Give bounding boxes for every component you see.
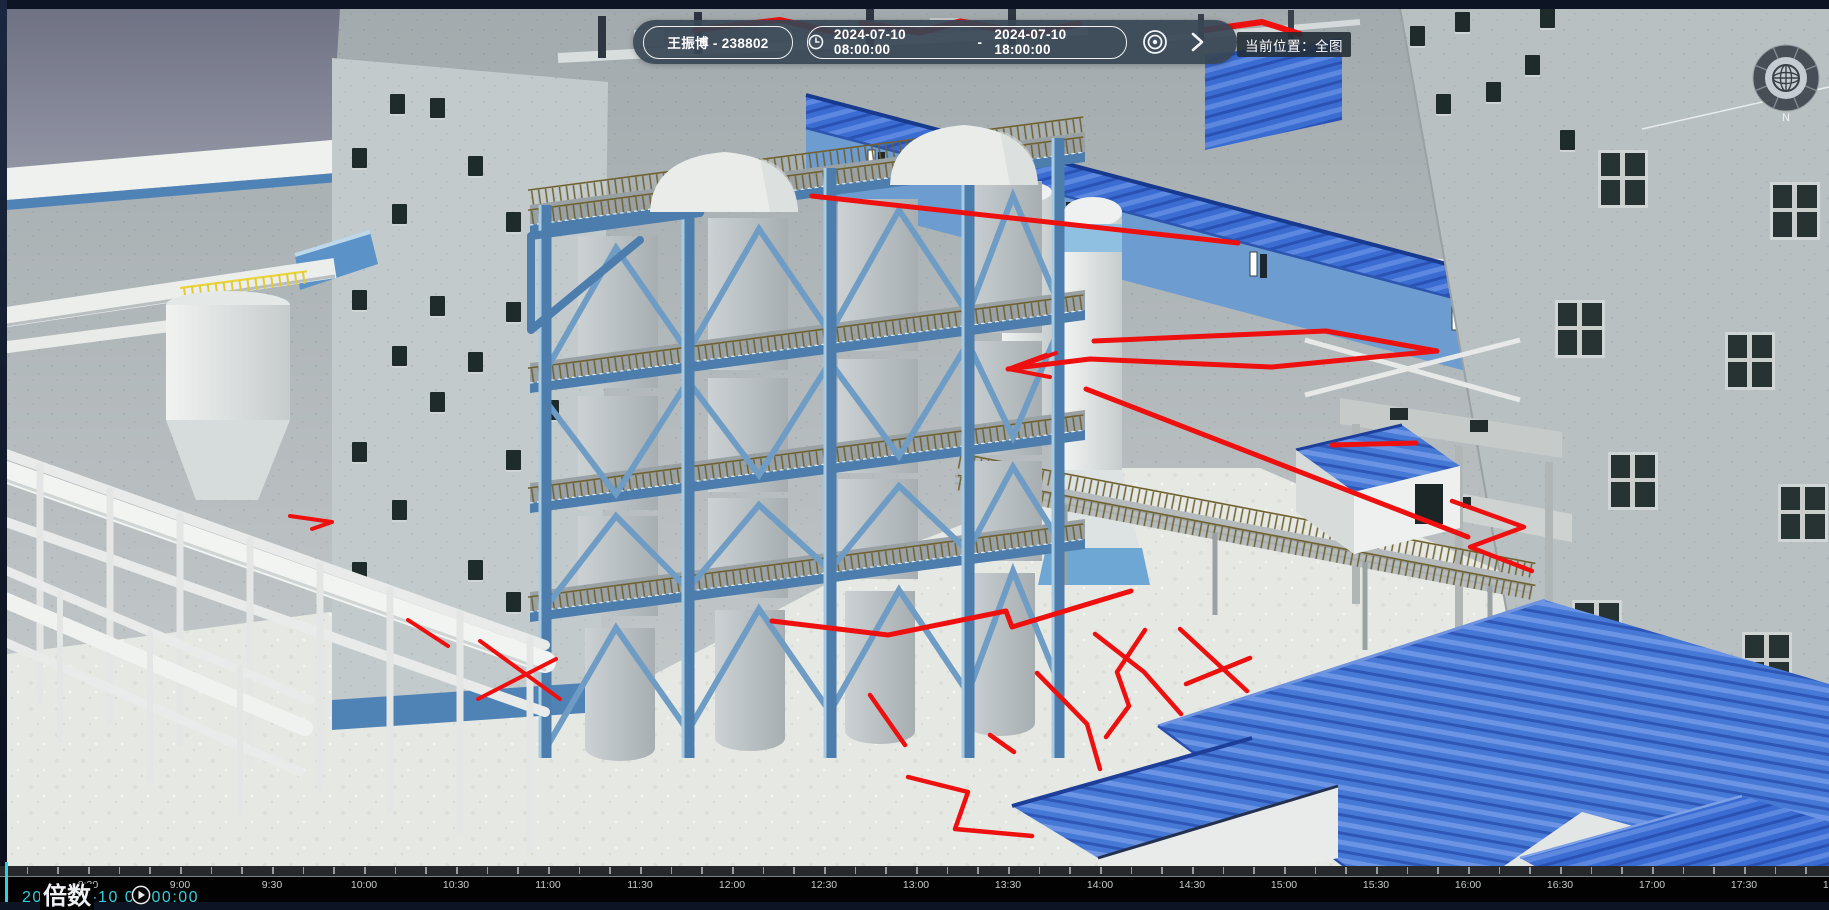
timeline-minor-tick: [241, 867, 243, 874]
timeline-major-tick: [364, 867, 366, 874]
timeline-minor-tick: [1683, 867, 1685, 874]
timeline-major-tick: [88, 867, 90, 874]
timeline-minor-tick: [947, 867, 949, 874]
timeline-major-tick: [824, 867, 826, 874]
timeline-minor-tick: [1499, 867, 1501, 874]
timeline-minor-tick: [303, 867, 305, 874]
timeline-minor-tick: [211, 867, 213, 874]
compass-ring: [1753, 45, 1819, 111]
timeline-minor-tick: [1775, 867, 1777, 874]
timeline-minor-tick: [579, 867, 581, 874]
viewport-top-edge: [0, 0, 1829, 9]
timeline-minor-tick: [1345, 867, 1347, 874]
timeline-minor-tick: [1131, 867, 1133, 874]
timeline-major-tick: [1376, 867, 1378, 874]
timeline-minor-tick: [855, 867, 857, 874]
timeline-minor-tick: [1437, 867, 1439, 874]
viewport-left-edge: [0, 0, 7, 902]
timeline-minor-tick: [1253, 867, 1255, 874]
timeline-minor-tick: [333, 867, 335, 874]
timeline-track[interactable]: [0, 866, 1829, 877]
time-range-picker[interactable]: 2024-07-10 08:00:00 - 2024-07-10 18:00:0…: [807, 26, 1127, 59]
timeline-minor-tick: [1591, 867, 1593, 874]
timeline-major-tick: [1468, 867, 1470, 874]
timeline-minor-tick: [395, 867, 397, 874]
timeline-minor-tick: [57, 867, 59, 874]
timeline-minor-tick: [1161, 867, 1163, 874]
compass-gizmo[interactable]: N: [1748, 40, 1824, 124]
timeline: 8:309:009:3010:0010:3011:0011:3012:0012:…: [0, 862, 1829, 902]
timeline-major-tick: [272, 867, 274, 874]
timeline-minor-tick: [671, 867, 673, 874]
play-icon: [130, 884, 152, 906]
timeline-minor-tick: [517, 867, 519, 874]
current-location-badge: 当前位置：全图: [1237, 32, 1351, 57]
timeline-minor-tick: [1069, 867, 1071, 874]
time-end: 2024-07-10 18:00:00: [994, 27, 1126, 57]
timeline-minor-tick: [27, 867, 29, 874]
timeline-minor-tick: [885, 867, 887, 874]
timeline-major-tick: [1008, 867, 1010, 874]
timeline-major-tick: [1100, 867, 1102, 874]
timeline-major-tick: [1560, 867, 1562, 874]
timeline-minor-tick: [609, 867, 611, 874]
timeline-background: [0, 876, 1829, 902]
timeline-minor-tick: [1713, 867, 1715, 874]
timeline-minor-tick: [977, 867, 979, 874]
timeline-minor-tick: [1529, 867, 1531, 874]
timeline-major-tick: [640, 867, 642, 874]
timeline-minor-tick: [793, 867, 795, 874]
person-select[interactable]: 王振博 - 238802: [643, 26, 793, 59]
timeline-major-tick: [1284, 867, 1286, 874]
timeline-minor-tick: [425, 867, 427, 874]
playback-speed-label[interactable]: 倍数: [40, 884, 94, 910]
timeline-minor-tick: [763, 867, 765, 874]
timeline-major-tick: [1744, 867, 1746, 874]
timeline-minor-tick: [487, 867, 489, 874]
current-location-text: 当前位置：全图: [1245, 35, 1343, 55]
play-route-button[interactable]: [1183, 28, 1211, 56]
timeline-major-tick: [732, 867, 734, 874]
scene-3d-viewport[interactable]: [0, 0, 1829, 902]
timeline-minor-tick: [1315, 867, 1317, 874]
roof-slab-top-left: [7, 9, 350, 210]
target-icon: [1142, 29, 1168, 55]
compass-north-label: N: [1782, 112, 1790, 124]
route-toolbar: 王振博 - 238802 2024-07-10 08:00:00 - 2024-…: [633, 20, 1237, 64]
timeline-major-tick: [1192, 867, 1194, 874]
timeline-playhead[interactable]: [5, 862, 8, 902]
timeline-minor-tick: [149, 867, 151, 874]
globe-icon: [1773, 65, 1799, 91]
timeline-minor-tick: [1407, 867, 1409, 874]
timeline-minor-tick: [1805, 867, 1807, 874]
person-label: 王振博 - 238802: [667, 32, 768, 52]
chevron-right-icon: [1188, 31, 1206, 53]
timeline-minor-tick: [1621, 867, 1623, 874]
timeline-major-tick: [456, 867, 458, 874]
locate-button[interactable]: [1141, 28, 1169, 56]
timeline-minor-tick: [1039, 867, 1041, 874]
clock-icon: [808, 34, 824, 50]
playback-play-button[interactable]: [130, 884, 152, 906]
timeline-major-tick: [1652, 867, 1654, 874]
timeline-minor-tick: [119, 867, 121, 874]
timeline-major-tick: [548, 867, 550, 874]
time-start: 2024-07-10 08:00:00: [834, 27, 966, 57]
timeline-major-tick: [916, 867, 918, 874]
timeline-minor-tick: [1223, 867, 1225, 874]
timeline-major-tick: [180, 867, 182, 874]
timeline-minor-tick: [701, 867, 703, 874]
time-separator: -: [978, 35, 983, 50]
